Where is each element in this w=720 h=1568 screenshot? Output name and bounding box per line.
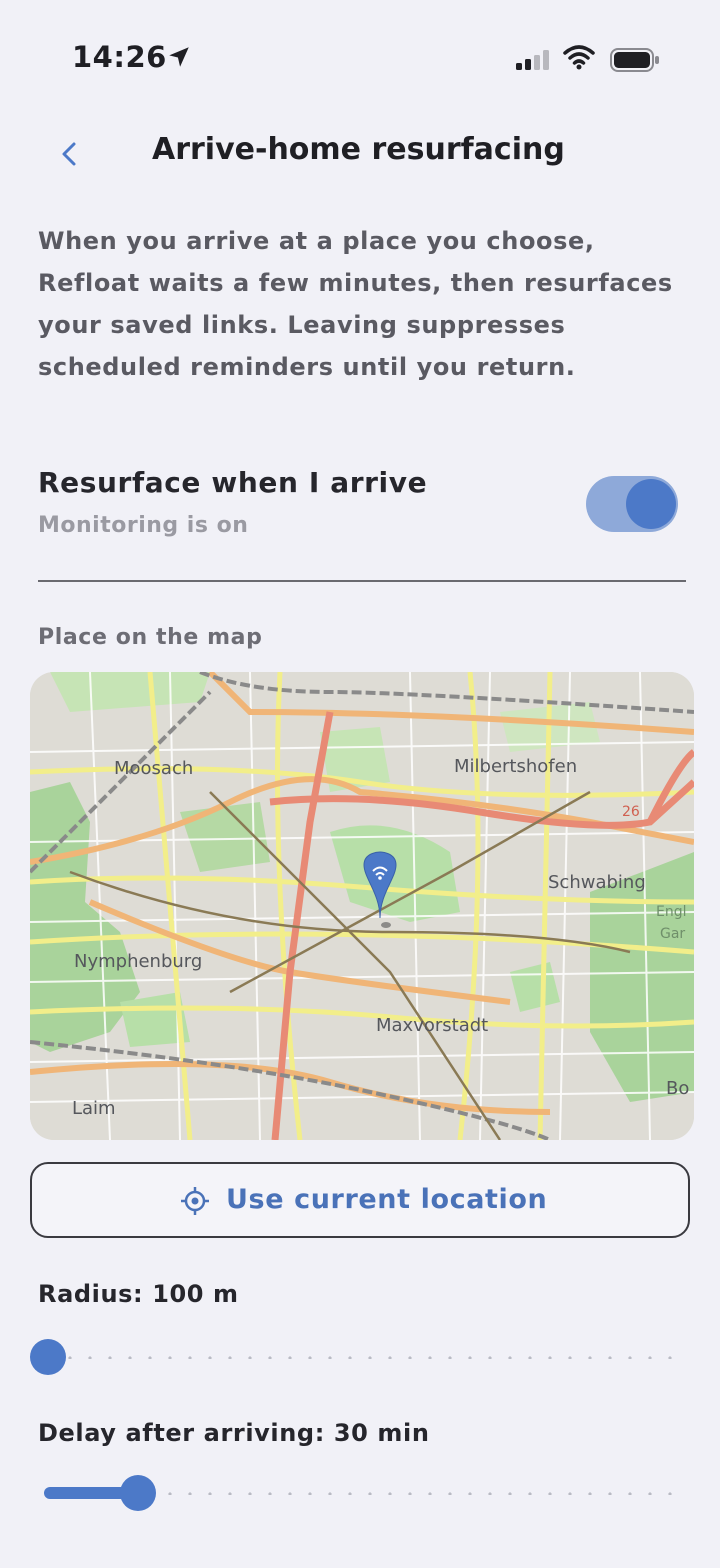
toggle-subtitle: Monitoring is on (38, 513, 249, 538)
map-label: Gar (660, 926, 685, 942)
use-current-location-button[interactable]: Use current location (30, 1162, 690, 1238)
toggle-title: Resurface when I arrive (38, 466, 428, 499)
slider-thumb[interactable] (30, 1339, 66, 1375)
use-current-location-label: Use current location (226, 1184, 548, 1215)
divider (38, 580, 686, 582)
battery-icon (610, 47, 660, 77)
radius-slider[interactable] (30, 1337, 690, 1377)
cellular-signal-icon (516, 50, 552, 74)
map-label: Maxvorstadt (376, 1015, 488, 1036)
feature-description: When you arrive at a place you choose, R… (38, 227, 673, 381)
map-label: Bo (666, 1078, 689, 1099)
map-label: Nymphenburg (74, 951, 202, 972)
location-arrow-icon (166, 44, 192, 74)
map-label: Laim (72, 1098, 116, 1119)
status-bar: 14:26 (0, 0, 720, 110)
slider-track (40, 1356, 680, 1359)
delay-slider[interactable] (30, 1473, 690, 1513)
map-label: Milbertshofen (454, 756, 577, 777)
wifi-icon (563, 44, 595, 74)
page-title: Arrive-home resurfacing (152, 132, 565, 167)
toggle-knob (626, 479, 676, 529)
radius-label: Radius: 100 m (38, 1280, 239, 1308)
back-button[interactable] (54, 134, 84, 174)
map-label: Schwabing (548, 872, 646, 893)
chevron-left-icon (62, 142, 76, 166)
map-section-label: Place on the map (38, 625, 263, 650)
map-label: Engl (656, 904, 687, 920)
delay-label: Delay after arriving: 30 min (38, 1419, 430, 1447)
map-label: Moosach (114, 758, 193, 779)
status-time: 14:26 (72, 40, 167, 74)
map-label: 26 (622, 804, 640, 820)
location-target-icon (180, 1186, 210, 1220)
location-map[interactable]: Moosach Milbertshofen Schwabing Nymphenb… (30, 672, 694, 1140)
slider-thumb[interactable] (120, 1475, 156, 1511)
resurface-toggle[interactable] (586, 476, 678, 532)
